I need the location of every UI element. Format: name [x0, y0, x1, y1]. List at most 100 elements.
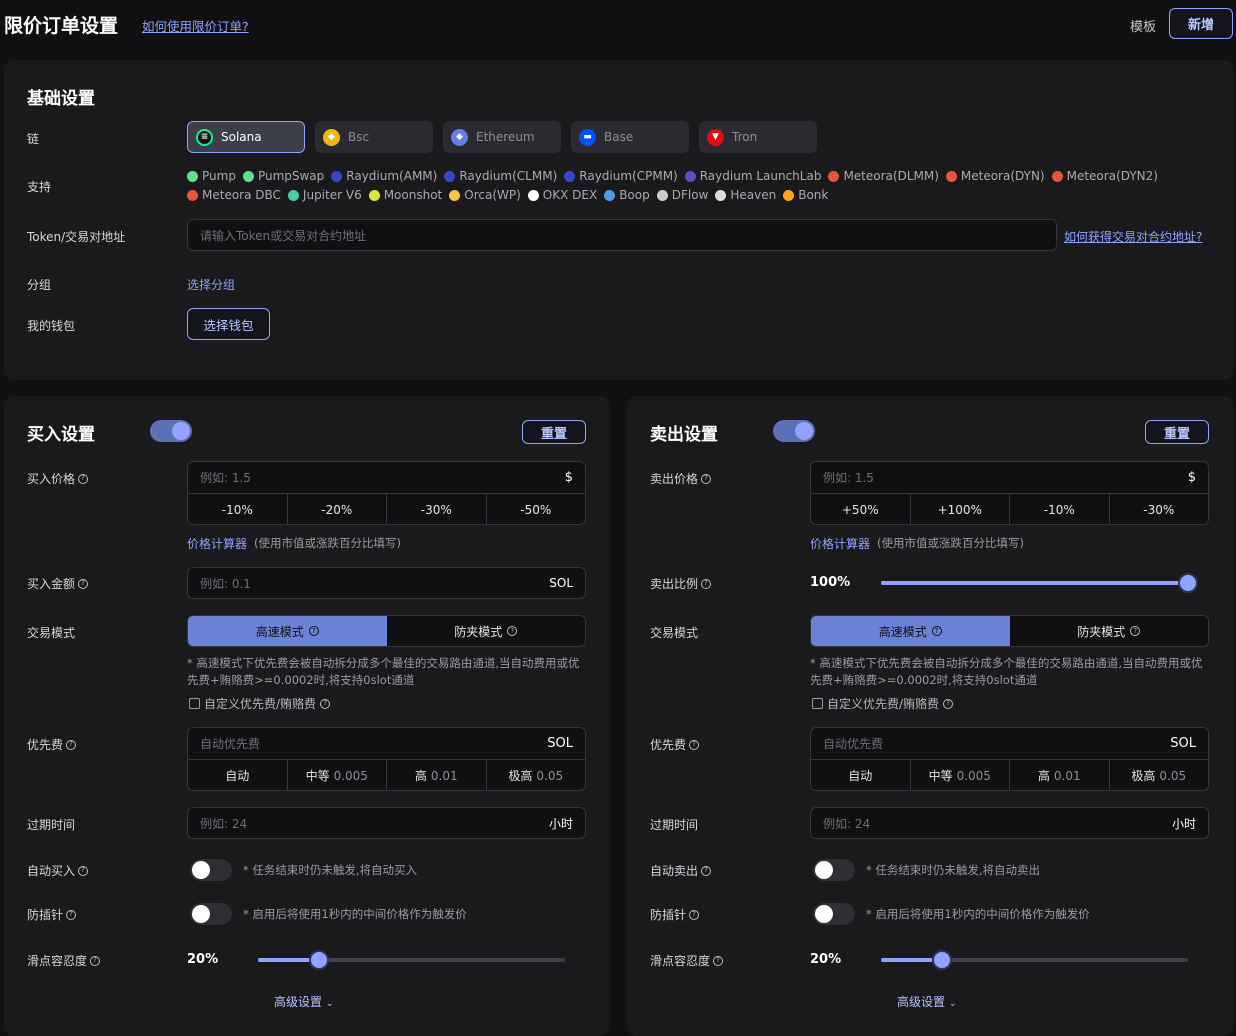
- price-option[interactable]: +100%: [911, 494, 1010, 524]
- help-icon: ?: [507, 626, 518, 636]
- fee-option-label: 中等: [305, 769, 330, 783]
- buy-custom-fee-checkbox[interactable]: 自定义优先费/贿赂费?: [189, 695, 331, 712]
- toggle-knob: [192, 861, 210, 879]
- select-wallet-button[interactable]: 选择钱包: [187, 308, 270, 340]
- help-icon: ?: [713, 955, 724, 966]
- fee-option-label: 极高: [508, 769, 533, 783]
- platform-name: Raydium(AMM): [346, 169, 438, 183]
- tron-icon: ▼: [707, 128, 724, 146]
- fee-option[interactable]: 高 0.01: [387, 760, 487, 790]
- fee-option[interactable]: 自动: [188, 760, 288, 790]
- wallet-label: 我的钱包: [27, 319, 76, 333]
- buy-slip-value: 20%: [187, 952, 219, 967]
- price-option[interactable]: -10%: [1010, 494, 1110, 524]
- buy-price-label-text: 买入价格: [27, 472, 76, 486]
- buy-enable-toggle[interactable]: [150, 420, 192, 442]
- fee-option[interactable]: 高 0.01: [1010, 760, 1110, 790]
- fee-placeholder: 自动优先费: [823, 737, 884, 751]
- sell-ratio-value: 100%: [810, 575, 851, 590]
- fee-placeholder: 自动优先费: [200, 737, 261, 751]
- chain-option-bsc[interactable]: ◆ Bsc: [315, 121, 433, 153]
- slider-thumb[interactable]: [1178, 573, 1198, 593]
- fee-option[interactable]: 中等 0.005: [911, 760, 1010, 790]
- custom-fee-text: 自定义优先费/贿赂费: [204, 697, 317, 711]
- sell-reset-button[interactable]: 重置: [1145, 420, 1209, 444]
- sell-expire-input[interactable]: 例如: 24 小时: [810, 807, 1209, 839]
- token-label: Token/交易对地址: [27, 230, 126, 244]
- fee-option[interactable]: 极高 0.05: [1110, 760, 1209, 790]
- template-button[interactable]: 模板: [1130, 16, 1156, 35]
- platform-icon: [187, 170, 198, 182]
- slider-fill: [881, 581, 1188, 585]
- new-button[interactable]: 新增: [1169, 8, 1233, 39]
- chain-option-tron[interactable]: ▼ Tron: [699, 121, 817, 153]
- platform-icon: [828, 170, 840, 182]
- buy-auto-toggle[interactable]: [190, 859, 232, 881]
- price-option[interactable]: -10%: [188, 494, 288, 524]
- platform-name: Raydium(CLMM): [459, 169, 558, 183]
- buy-mode-label: 交易模式: [27, 624, 75, 641]
- checkbox-box[interactable]: [189, 698, 200, 709]
- buy-expire-input[interactable]: 例如: 24 小时: [187, 807, 586, 839]
- sell-mode-label-text: 交易模式: [650, 626, 699, 640]
- sell-slip-value: 20%: [810, 952, 842, 967]
- buy-reset-button[interactable]: 重置: [522, 420, 586, 444]
- buy-title: 买入设置: [27, 425, 95, 445]
- help-link[interactable]: 如何使用限价订单?: [142, 16, 249, 35]
- buy-advanced-toggle[interactable]: 高级设置 ⌄: [274, 993, 334, 1010]
- sell-price-input[interactable]: 例如: 1.5 $: [811, 462, 1208, 494]
- buy-price-calculator-link[interactable]: 价格计算器: [187, 535, 247, 552]
- sell-anti-toggle[interactable]: [813, 903, 855, 925]
- buy-amount-input[interactable]: 例如: 0.1 SOL: [187, 567, 586, 599]
- mode-mev-tab[interactable]: 防夹模式?: [386, 616, 585, 646]
- token-input[interactable]: 请输入Token或交易对合约地址: [187, 219, 1057, 251]
- fee-option[interactable]: 极高 0.05: [487, 760, 586, 790]
- fee-unit: SOL: [547, 736, 573, 751]
- sell-custom-fee-checkbox[interactable]: 自定义优先费/贿赂费?: [812, 695, 954, 712]
- platform-icon: [331, 170, 343, 182]
- fee-option-value: 0.05: [1159, 768, 1187, 783]
- buy-price-input[interactable]: 例如: 1.5 $: [188, 462, 585, 494]
- platform-icon: [444, 170, 456, 182]
- sell-price-calculator-link[interactable]: 价格计算器: [810, 535, 870, 552]
- buy-fee-label: 优先费?: [27, 736, 77, 753]
- sell-slip-slider[interactable]: [881, 950, 1188, 970]
- fee-option-label: 高: [414, 769, 427, 783]
- sell-enable-toggle[interactable]: [773, 420, 815, 442]
- price-option[interactable]: -30%: [1110, 494, 1209, 524]
- price-option[interactable]: -50%: [487, 494, 586, 524]
- platform-name: Raydium LaunchLab: [699, 169, 822, 183]
- buy-expire-label-text: 过期时间: [27, 818, 76, 832]
- chain-option-ethereum[interactable]: ◆ Ethereum: [443, 121, 561, 153]
- mode-mev-tab[interactable]: 防夹模式?: [1009, 616, 1208, 646]
- price-option[interactable]: -20%: [288, 494, 387, 524]
- sell-advanced-toggle[interactable]: 高级设置 ⌄: [897, 993, 957, 1010]
- platform-list-row1: Pump PumpSwap Raydium(AMM) Raydium(CLMM) Ray…: [187, 169, 1187, 183]
- sell-ratio-slider[interactable]: [881, 573, 1198, 593]
- mode-fast-tab[interactable]: 高速模式?: [811, 616, 1010, 646]
- buy-anti-toggle[interactable]: [190, 903, 232, 925]
- sell-auto-toggle[interactable]: [813, 859, 855, 881]
- price-option[interactable]: -30%: [387, 494, 487, 524]
- toggle-knob: [192, 905, 210, 923]
- fee-option[interactable]: 自动: [811, 760, 911, 790]
- sell-fee-input[interactable]: 自动优先费 SOL: [811, 728, 1208, 760]
- buy-fee-input[interactable]: 自动优先费 SOL: [188, 728, 585, 760]
- support-label: 支持: [27, 180, 52, 194]
- help-icon: ?: [308, 626, 319, 636]
- help-icon: ?: [66, 739, 77, 750]
- mode-fast-tab[interactable]: 高速模式?: [188, 616, 387, 646]
- chain-option-solana[interactable]: ≡ Solana: [187, 121, 305, 153]
- price-option[interactable]: +50%: [811, 494, 911, 524]
- price-unit: $: [1187, 470, 1196, 485]
- token-help-link[interactable]: 如何获得交易对合约地址?: [1064, 228, 1202, 245]
- chain-option-base[interactable]: ▬ Base: [571, 121, 689, 153]
- fee-option-label: 中等: [928, 769, 953, 783]
- sell-expire-label: 过期时间: [650, 816, 698, 833]
- checkbox-box[interactable]: [812, 698, 823, 709]
- platform-item: Jupiter V6: [287, 188, 362, 202]
- fee-option[interactable]: 中等 0.005: [288, 760, 387, 790]
- buy-slip-slider[interactable]: [258, 950, 565, 970]
- select-group-link[interactable]: 选择分组: [187, 276, 235, 293]
- sell-fee-group: 自动优先费 SOL 自动 中等 0.005 高 0.01 极高 0.05: [810, 727, 1209, 791]
